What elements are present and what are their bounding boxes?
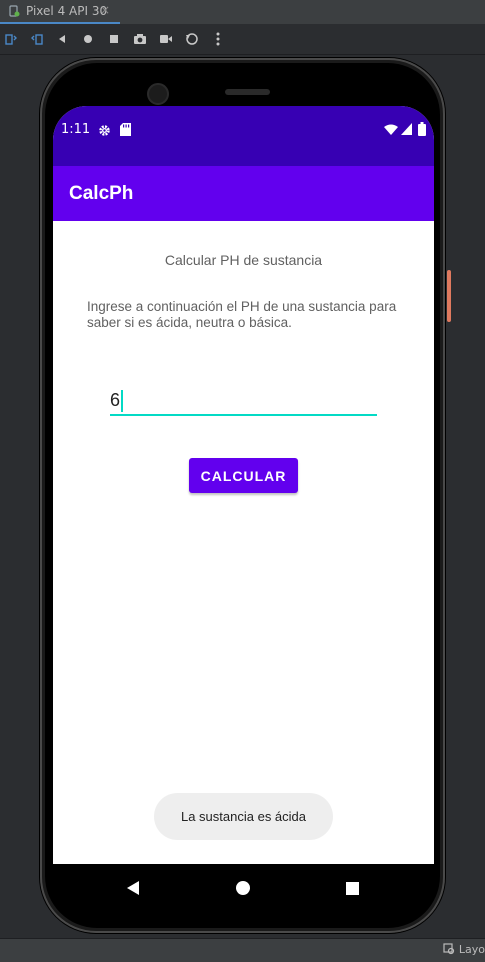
battery-icon [418, 122, 426, 136]
sd-card-icon [120, 123, 131, 136]
device-tab[interactable]: Pixel 4 API 30 × [0, 0, 120, 24]
rotate-left-icon[interactable] [0, 24, 22, 54]
device-tab-label: Pixel 4 API 30 [26, 4, 108, 18]
calcular-button[interactable]: CALCULAR [189, 458, 298, 493]
record-icon[interactable] [155, 24, 177, 54]
app-title: CalcPh [69, 183, 134, 204]
overview-icon[interactable] [103, 24, 125, 54]
emulator-tab-bar: Pixel 4 API 30 × [0, 0, 485, 24]
close-icon[interactable]: × [100, 3, 110, 17]
status-time: 1:11 [61, 122, 91, 137]
result-toast: La sustancia es ácida [154, 793, 333, 840]
restore-icon[interactable] [181, 24, 203, 54]
app-bar: CalcPh [53, 166, 434, 221]
page-heading: Calcular PH de sustancia [164, 252, 323, 268]
settings-icon [99, 125, 110, 136]
screenshot-icon[interactable] [129, 24, 151, 54]
more-icon[interactable] [207, 24, 229, 54]
nav-back-icon[interactable] [123, 878, 143, 898]
camera-icon [147, 83, 169, 105]
power-button[interactable] [447, 270, 451, 322]
ph-input-value: 6 [110, 390, 124, 413]
nav-overview-icon[interactable] [342, 878, 362, 898]
rotate-right-icon[interactable] [26, 24, 48, 54]
instructions-text: Ingrese a continuación el PH de una sust… [87, 299, 397, 330]
ph-input-field[interactable]: 6 [110, 386, 377, 416]
back-icon[interactable] [51, 24, 73, 54]
emulator-toolbar [0, 24, 485, 55]
device-screen: 1:11 CalcPh Calcular PH de sustancia Ing… [53, 106, 434, 864]
signal-icon [401, 123, 412, 135]
navigation-bar [53, 864, 434, 912]
layout-inspector-label[interactable]: Layo [443, 943, 485, 956]
layout-inspector-icon [443, 943, 455, 955]
nav-home-icon[interactable] [233, 878, 253, 898]
ide-bottom-bar: Layo [0, 938, 485, 962]
device-icon [9, 5, 20, 17]
status-bar: 1:11 [53, 106, 434, 166]
home-icon[interactable] [77, 24, 99, 54]
wifi-icon [384, 124, 398, 135]
speaker-grille [225, 89, 270, 95]
text-caret [121, 390, 124, 413]
